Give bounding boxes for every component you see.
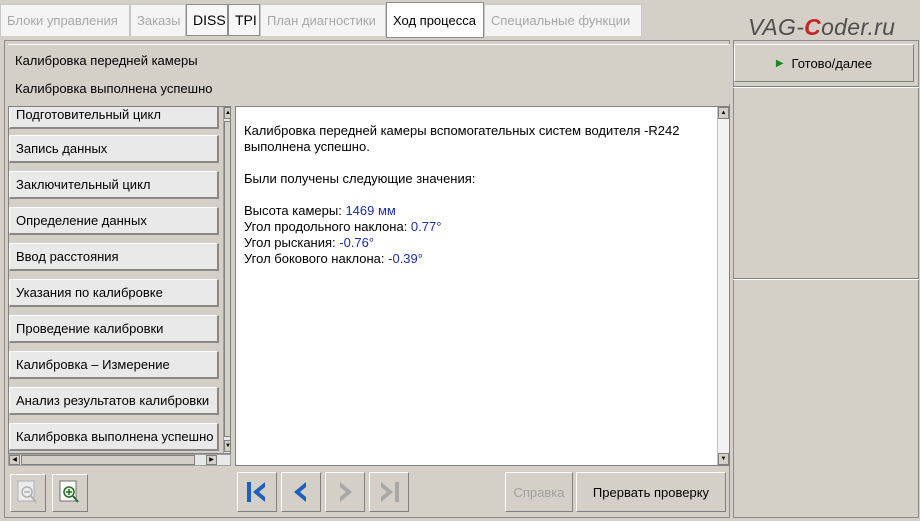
scroll-down-icon[interactable]: ▼ bbox=[718, 453, 729, 465]
zoom-out-button[interactable] bbox=[10, 474, 46, 512]
result-text: Калибровка передней камеры вспомогательн… bbox=[244, 123, 680, 267]
done-next-label: Готово/далее bbox=[791, 55, 873, 71]
done-next-button[interactable]: ▶ Готово/далее bbox=[734, 44, 914, 82]
result-scrollbar[interactable]: ▲ ▼ bbox=[717, 107, 729, 465]
step-item[interactable]: Подготовительный цикл bbox=[9, 107, 219, 129]
tab-label: Заказы bbox=[137, 13, 181, 28]
scroll-left-icon[interactable]: ◀ bbox=[9, 455, 20, 465]
step-item[interactable]: Проведение калибровки bbox=[9, 315, 219, 343]
scroll-up-icon[interactable]: ▲ bbox=[718, 107, 729, 119]
procedure-title: Калибровка передней камеры bbox=[15, 53, 198, 68]
arrow-right-icon bbox=[340, 482, 352, 502]
scroll-down-icon[interactable]: ▼ bbox=[224, 440, 230, 452]
tab-tpi[interactable]: TPI bbox=[228, 4, 260, 36]
tab-bar: Блоки управления Заказы DISS TPI План ди… bbox=[0, 0, 920, 40]
step-item[interactable]: Определение данных bbox=[9, 207, 219, 235]
tab-diagnostic-plan[interactable]: План диагностики bbox=[260, 4, 386, 36]
value-row: Высота камеры: 1469 мм bbox=[244, 203, 396, 218]
tab-label: DISS bbox=[193, 12, 226, 28]
tab-special-functions[interactable]: Специальные функции bbox=[484, 4, 642, 36]
tab-label: Специальные функции bbox=[491, 13, 631, 28]
watermark-logo: VAG-Coder.ru bbox=[748, 14, 896, 40]
abort-test-button[interactable]: Прервать проверку bbox=[576, 472, 726, 512]
arrow-left-icon bbox=[294, 482, 306, 502]
tab-label: План диагностики bbox=[267, 13, 376, 28]
step-item[interactable]: Анализ результатов калибровки bbox=[9, 387, 219, 415]
result-line: Калибровка передней камеры вспомогательн… bbox=[244, 123, 680, 138]
tab-label: Ход процесса bbox=[393, 12, 476, 28]
scroll-up-icon[interactable]: ▲ bbox=[224, 107, 230, 119]
step-item[interactable]: Заключительный цикл bbox=[9, 171, 219, 199]
step-item[interactable]: Запись данных bbox=[9, 135, 219, 163]
zoom-in-icon bbox=[59, 480, 79, 503]
first-step-button[interactable] bbox=[237, 472, 277, 512]
zoom-out-icon bbox=[17, 480, 37, 503]
step-item-active[interactable]: Калибровка выполнена успешно bbox=[9, 423, 219, 451]
step-list-hscrollbar[interactable]: ◀ ▶ bbox=[8, 454, 231, 466]
zoom-in-button[interactable] bbox=[52, 474, 88, 512]
result-line: Были получены следующие значения: bbox=[244, 171, 476, 186]
step-list-scrollbar[interactable]: ▲ ▼ bbox=[223, 107, 230, 453]
tab-label: TPI bbox=[235, 12, 257, 28]
tab-control-units[interactable]: Блоки управления bbox=[0, 4, 130, 36]
right-divider bbox=[733, 86, 919, 88]
procedure-header: Калибровка передней камеры Калибровка вы… bbox=[8, 44, 730, 104]
step-list[interactable]: Подготовительный цикл Запись данных Закл… bbox=[8, 106, 231, 454]
result-panel: Калибровка передней камеры вспомогательн… bbox=[235, 106, 730, 466]
tab-diss[interactable]: DISS bbox=[186, 4, 228, 36]
help-button[interactable]: Справка bbox=[505, 472, 573, 512]
value-row: Угол продольного наклона: 0.77° bbox=[244, 219, 442, 234]
scroll-thumb[interactable] bbox=[224, 121, 230, 437]
result-line: выполнена успешно. bbox=[244, 139, 370, 154]
step-item[interactable]: Калибровка – Измерение bbox=[9, 351, 219, 379]
tab-process-progress[interactable]: Ход процесса bbox=[386, 2, 484, 38]
scroll-right-icon[interactable]: ▶ bbox=[206, 455, 217, 465]
tab-label: Блоки управления bbox=[7, 13, 118, 28]
hscroll-thumb[interactable] bbox=[21, 455, 195, 465]
value-row: Угол рыскания: -0.76° bbox=[244, 235, 375, 250]
play-icon: ▶ bbox=[775, 57, 784, 69]
right-divider bbox=[733, 278, 919, 280]
procedure-status: Калибровка выполнена успешно bbox=[15, 81, 213, 96]
step-item[interactable]: Указания по калибровке bbox=[9, 279, 219, 307]
previous-step-button[interactable] bbox=[281, 472, 321, 512]
skip-first-icon bbox=[247, 482, 265, 502]
step-item[interactable]: Ввод расстояния bbox=[9, 243, 219, 271]
tab-orders[interactable]: Заказы bbox=[130, 4, 186, 36]
skip-last-icon bbox=[381, 482, 399, 502]
next-step-button[interactable] bbox=[325, 472, 365, 512]
value-row: Угол бокового наклона: -0.39° bbox=[244, 251, 423, 266]
last-step-button[interactable] bbox=[369, 472, 409, 512]
